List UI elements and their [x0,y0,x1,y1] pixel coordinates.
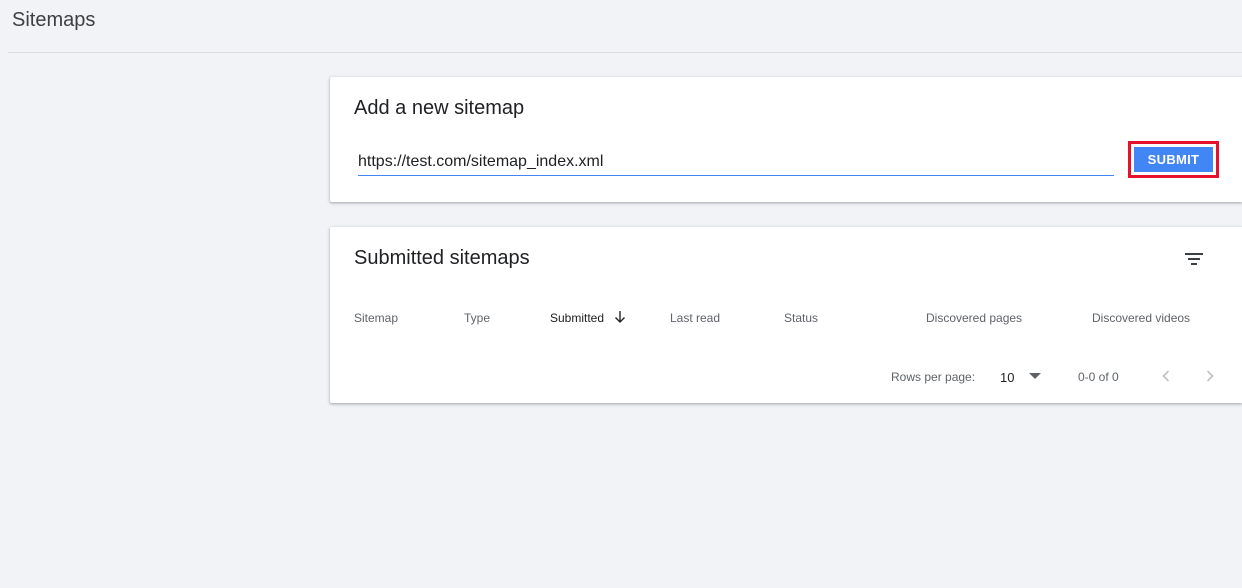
column-header-type[interactable]: Type [464,311,490,325]
submit-highlight-box: SUBMIT [1128,141,1219,178]
page-header: Sitemaps [0,0,1242,53]
column-header-last-read[interactable]: Last read [670,311,720,325]
column-header-discovered-pages[interactable]: Discovered pages [926,311,1022,325]
sitemap-url-input[interactable] [358,149,1114,176]
page-title: Sitemaps [12,9,96,31]
pagination-range: 0-0 of 0 [1078,370,1119,384]
column-header-submitted[interactable]: Submitted [550,311,604,325]
pagination: Rows per page: 10 0-0 of 0 [330,365,1242,389]
column-header-discovered-videos[interactable]: Discovered videos [1092,311,1190,325]
column-header-status[interactable]: Status [784,311,818,325]
add-sitemap-card: Add a new sitemap SUBMIT [330,77,1242,202]
filter-icon[interactable] [1182,247,1206,271]
add-sitemap-title: Add a new sitemap [354,97,525,119]
rows-per-page-value: 10 [1000,370,1015,385]
rows-per-page-label: Rows per page: [891,370,976,384]
dropdown-arrow-icon [1029,373,1041,379]
arrow-down-icon[interactable] [612,309,628,325]
chevron-right-icon[interactable] [1200,366,1220,386]
header-divider [8,52,1242,53]
submitted-sitemaps-card: Submitted sitemaps Sitemap Type Submitte… [330,227,1242,403]
rows-per-page-select[interactable]: 10 [1000,365,1046,387]
table-header: Sitemap Type Submitted Last read Status … [330,309,1242,329]
column-header-sitemap[interactable]: Sitemap [354,311,398,325]
submitted-sitemaps-title: Submitted sitemaps [354,247,530,269]
submit-button[interactable]: SUBMIT [1134,147,1213,172]
chevron-left-icon[interactable] [1156,366,1176,386]
